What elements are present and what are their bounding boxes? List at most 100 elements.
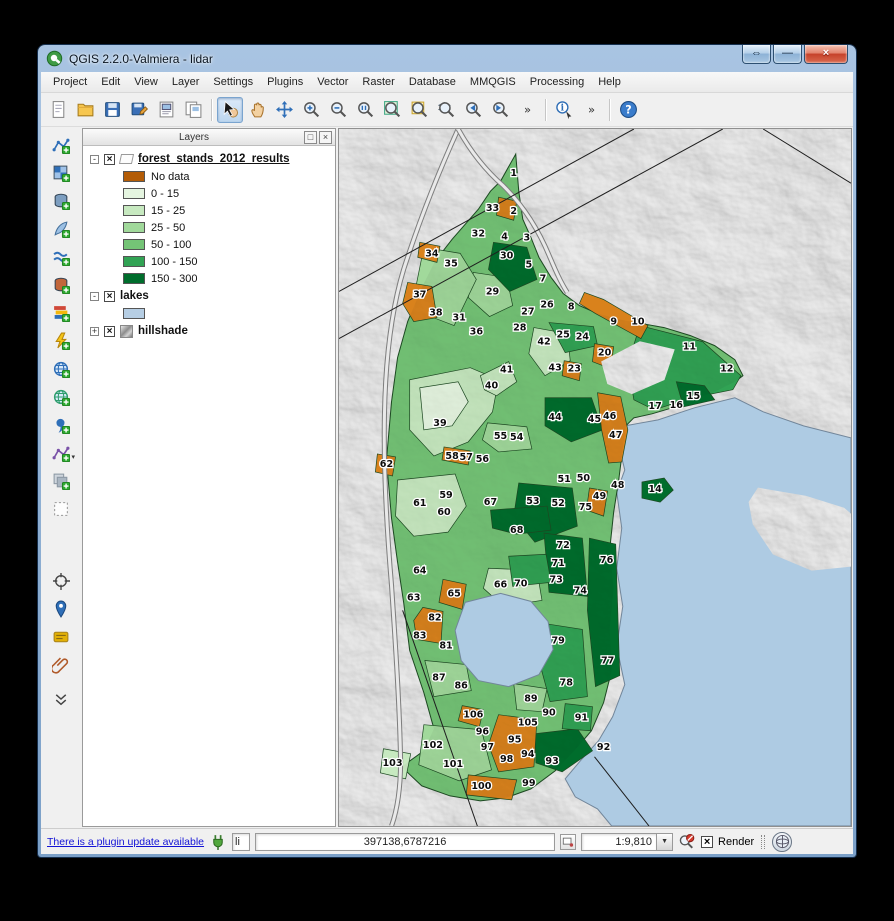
open-project[interactable] xyxy=(72,97,98,123)
layer-name[interactable]: hillshade xyxy=(138,325,188,337)
layers-panel-header[interactable]: Layers □ × xyxy=(83,129,335,146)
float-panel-button[interactable]: □ xyxy=(304,131,317,144)
add-wfs-layer[interactable] xyxy=(47,328,75,353)
add-oracle-layer[interactable] xyxy=(47,272,75,297)
pan-to-selection[interactable] xyxy=(271,97,297,123)
stand-label-5: 5 xyxy=(526,259,533,270)
zoom-next[interactable] xyxy=(487,97,513,123)
add-spatialite-layer[interactable] xyxy=(47,216,75,241)
tree-expander[interactable]: + xyxy=(90,327,99,336)
touch-zoom-pan[interactable] xyxy=(217,97,243,123)
crosshair-button[interactable] xyxy=(47,568,75,593)
toolbar-overflow[interactable]: » xyxy=(514,97,540,123)
menu-view[interactable]: View xyxy=(127,73,165,91)
stand-label-4: 4 xyxy=(501,231,508,242)
close-button[interactable]: × xyxy=(804,45,848,64)
coordinate-display[interactable]: 397138,6787216 xyxy=(255,833,555,851)
composer-manager[interactable] xyxy=(180,97,206,123)
zoom-full[interactable] xyxy=(379,97,405,123)
side-toolbar-overflow[interactable] xyxy=(47,686,75,711)
title-bar[interactable]: QGIS 2.2.0-Valmiera - lidar ⇔—× xyxy=(41,45,853,72)
layer-name[interactable]: lakes xyxy=(120,290,149,302)
pin-annotation-button[interactable] xyxy=(47,652,75,677)
tree-expander[interactable]: - xyxy=(90,292,99,301)
legend-swatch xyxy=(123,308,145,319)
menu-plugins[interactable]: Plugins xyxy=(260,73,310,91)
attributes-overflow[interactable]: » xyxy=(578,97,604,123)
add-raster-layer[interactable] xyxy=(47,160,75,185)
zoom-to-layer[interactable] xyxy=(433,97,459,123)
minimize-button[interactable]: — xyxy=(773,45,802,64)
add-vector-layer[interactable] xyxy=(47,132,75,157)
layer-visibility-checkbox[interactable]: × xyxy=(104,154,115,165)
save-project-as[interactable] xyxy=(126,97,152,123)
annotation-button[interactable] xyxy=(47,596,75,621)
menu-project[interactable]: Project xyxy=(46,73,94,91)
layer-name[interactable]: forest_stands_2012_results xyxy=(138,153,290,165)
stand-label-82: 82 xyxy=(428,612,441,623)
identify-features[interactable]: i xyxy=(551,97,577,123)
layer-row-hillshade[interactable]: + × hillshade xyxy=(83,322,335,340)
stand-label-99: 99 xyxy=(522,778,536,789)
stand-label-8: 8 xyxy=(568,302,575,313)
toggle-extents-button[interactable] xyxy=(560,834,576,850)
zoom-out-icon xyxy=(329,100,348,119)
add-wcs-layer[interactable] xyxy=(47,356,75,381)
new-layer-menu[interactable]: ▾ xyxy=(47,440,75,465)
map-viewport[interactable]: 1233324334353057293726827383191036282524… xyxy=(338,128,852,827)
zoom-native[interactable] xyxy=(352,97,378,123)
layer-visibility-checkbox[interactable]: × xyxy=(104,326,115,337)
menu-layer[interactable]: Layer xyxy=(165,73,207,91)
zoom-next-icon xyxy=(491,100,510,119)
svg-text:i: i xyxy=(560,104,564,114)
menu-edit[interactable]: Edit xyxy=(94,73,127,91)
zoom-to-selection[interactable] xyxy=(406,97,432,123)
menu-processing[interactable]: Processing xyxy=(523,73,591,91)
menu-database[interactable]: Database xyxy=(402,73,463,91)
crs-status-button[interactable] xyxy=(772,832,792,852)
stand-label-60: 60 xyxy=(437,507,451,518)
add-delimited-text-layer[interactable] xyxy=(47,412,75,437)
new-project[interactable] xyxy=(45,97,71,123)
embed-layers[interactable] xyxy=(47,468,75,493)
stand-label-52: 52 xyxy=(551,498,564,509)
chevron-down-icon[interactable]: ▼ xyxy=(657,833,673,851)
plugin-icon[interactable] xyxy=(209,833,227,851)
add-mssql-layer[interactable] xyxy=(47,244,75,269)
add-web-layer[interactable] xyxy=(47,384,75,409)
add-oracle-layer-icon xyxy=(52,276,70,294)
render-checkbox[interactable]: × xyxy=(701,836,713,848)
new-print-composer[interactable] xyxy=(153,97,179,123)
add-postgis-layer[interactable] xyxy=(47,188,75,213)
layer-row-forest_stands_2012_results[interactable]: -× forest_stands_2012_results xyxy=(83,150,335,168)
help-contents[interactable]: ? xyxy=(615,97,641,123)
menu-mmqgis[interactable]: MMQGIS xyxy=(463,73,523,91)
zoom-last[interactable] xyxy=(460,97,486,123)
form-annotation-button[interactable] xyxy=(47,624,75,649)
zoom-out[interactable] xyxy=(325,97,351,123)
stand-label-20: 20 xyxy=(598,348,612,359)
new-project-icon xyxy=(49,100,68,119)
save-project[interactable] xyxy=(99,97,125,123)
menu-vector[interactable]: Vector xyxy=(310,73,355,91)
add-wms-layer[interactable] xyxy=(47,300,75,325)
menu-raster[interactable]: Raster xyxy=(355,73,401,91)
layer-visibility-checkbox[interactable]: × xyxy=(104,291,115,302)
pan-map[interactable] xyxy=(244,97,270,123)
stop-rendering-icon[interactable] xyxy=(678,833,696,851)
shade-button[interactable]: ⇔ xyxy=(742,45,771,64)
tree-expander[interactable]: - xyxy=(90,155,99,164)
plugin-update-link[interactable]: There is a plugin update available xyxy=(47,836,204,848)
zoom-in[interactable] xyxy=(298,97,324,123)
stand-label-35: 35 xyxy=(444,258,457,269)
menu-help[interactable]: Help xyxy=(591,73,628,91)
legend-item: 50 - 100 xyxy=(83,236,335,253)
blank-frame-button[interactable] xyxy=(47,496,75,521)
menu-settings[interactable]: Settings xyxy=(206,73,260,91)
scale-value[interactable]: 1:9,810 xyxy=(581,833,657,851)
close-panel-button[interactable]: × xyxy=(319,131,332,144)
scale-combo[interactable]: 1:9,810 ▼ xyxy=(581,833,673,851)
map-canvas[interactable]: 1233324334353057293726827383191036282524… xyxy=(339,129,851,826)
layer-row-lakes[interactable]: -× lakes xyxy=(83,287,335,305)
stand-label-101: 101 xyxy=(443,759,463,770)
